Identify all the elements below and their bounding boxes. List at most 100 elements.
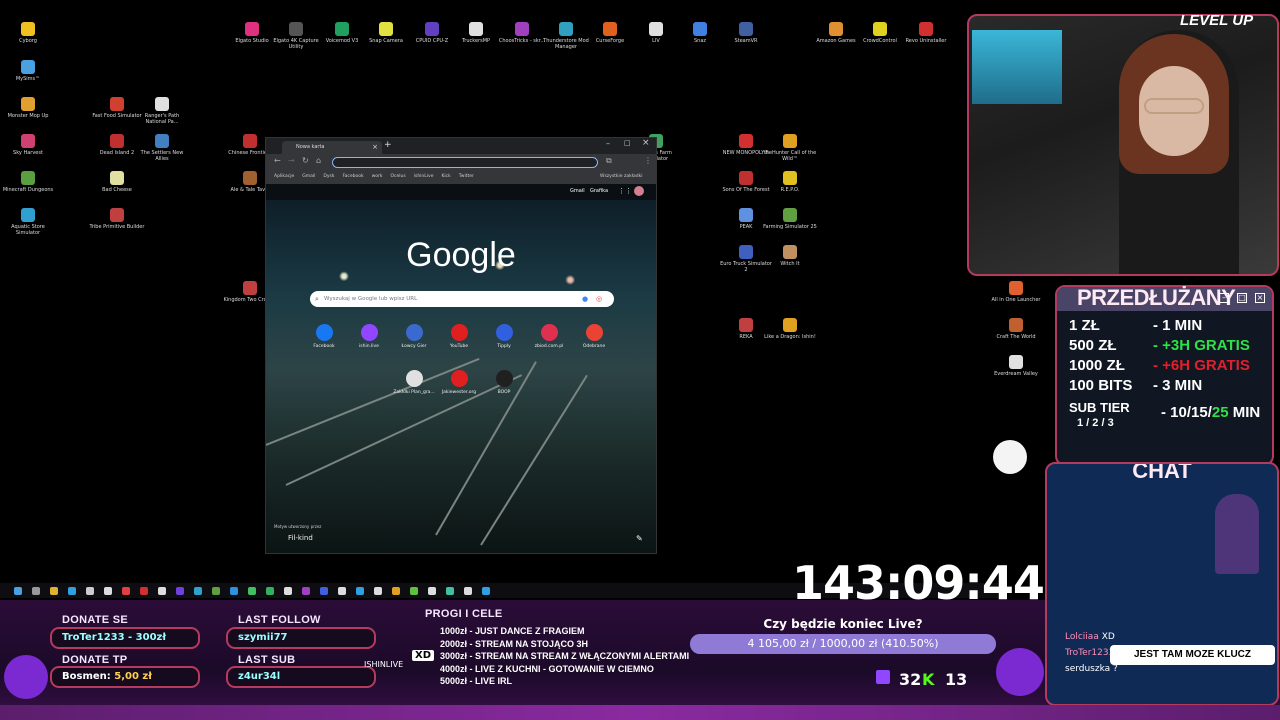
- menu-icon[interactable]: ⋮: [644, 156, 652, 165]
- bookmark-item[interactable]: Ocelus: [391, 170, 406, 184]
- desktop-icon[interactable]: Tribe Primitive Builder: [89, 208, 145, 230]
- desktop-icon[interactable]: Everdream Valley: [988, 355, 1044, 377]
- taskbar-app-icon[interactable]: [212, 587, 220, 595]
- taskbar-app-icon[interactable]: [284, 587, 292, 595]
- taskbar-app-icon[interactable]: [14, 587, 22, 595]
- app-icon: [21, 208, 35, 222]
- bookmark-item[interactable]: work: [372, 170, 383, 184]
- desktop-icon[interactable]: Like a Dragon: Ishin!: [762, 318, 818, 340]
- desktop-icon[interactable]: Farming Simulator 25: [762, 208, 818, 230]
- reload-icon[interactable]: ↻: [302, 156, 309, 165]
- desktop-icon[interactable]: Bad Cheese: [89, 171, 145, 193]
- top-link-images[interactable]: Grafika: [590, 188, 608, 194]
- voice-search-icon[interactable]: ●: [582, 291, 588, 307]
- bookmark-item[interactable]: Dysk: [323, 170, 334, 184]
- desktop-icon[interactable]: Craft The World: [988, 318, 1044, 340]
- apps-grid-icon[interactable]: ⋮⋮: [618, 187, 632, 195]
- shortcut-tile[interactable]: ishin.live: [347, 324, 391, 349]
- shortcut-tile[interactable]: Łowcy Gier: [392, 324, 436, 349]
- home-icon[interactable]: ⌂: [316, 156, 321, 165]
- extensions-icon[interactable]: ⧉: [606, 156, 612, 166]
- ishinlive-tag: ISHINLIVE: [364, 660, 404, 669]
- taskbar-app-icon[interactable]: [392, 587, 400, 595]
- bookmark-item[interactable]: Aplikacje: [274, 170, 294, 184]
- theme-credit[interactable]: Fil-kind: [288, 534, 313, 542]
- desktop-icon-label: LIV: [652, 38, 660, 44]
- desktop-icon[interactable]: SteamVR: [718, 22, 774, 44]
- shortcut-tile[interactable]: Jakiewester.org: [437, 370, 481, 395]
- top-link-gmail[interactable]: Gmail: [570, 188, 585, 194]
- browser-window[interactable]: Nowa karta × + – □ × ← → ↻ ⌂ ⧉ ⋮ Aplikac…: [265, 137, 657, 554]
- maximize-icon[interactable]: □: [624, 139, 631, 147]
- desktop-icon[interactable]: The Settlers New Allies: [134, 134, 190, 162]
- desktop-icon[interactable]: Sky Harvest: [0, 134, 56, 156]
- shortcut-tile[interactable]: Tipply: [482, 324, 526, 349]
- subathon-amount: 500 ZŁ: [1069, 337, 1117, 354]
- bookmark-item[interactable]: Gmail: [302, 170, 315, 184]
- taskbar-app-icon[interactable]: [338, 587, 346, 595]
- taskbar-app-icon[interactable]: [410, 587, 418, 595]
- lens-icon[interactable]: ◎: [596, 291, 602, 307]
- desktop-icon[interactable]: theHunter Call of the Wild™: [762, 134, 818, 162]
- tab-new-tab[interactable]: Nowa karta ×: [282, 141, 382, 154]
- taskbar-app-icon[interactable]: [302, 587, 310, 595]
- taskbar-app-icon[interactable]: [428, 587, 436, 595]
- taskbar-app-icon[interactable]: [374, 587, 382, 595]
- taskbar-app-icon[interactable]: [122, 587, 130, 595]
- shortcut-tile[interactable]: Zakłdki Plan_gra...: [392, 370, 436, 395]
- pixel-floor: [0, 705, 1280, 720]
- customize-icon[interactable]: ✎: [636, 534, 643, 543]
- shortcut-tile[interactable]: BOOP: [482, 370, 526, 395]
- taskbar-app-icon[interactable]: [194, 587, 202, 595]
- taskbar-app-icon[interactable]: [464, 587, 472, 595]
- minimize-icon[interactable]: –: [606, 139, 610, 148]
- new-tab-plus-icon[interactable]: +: [384, 140, 392, 150]
- bookmark-item[interactable]: Kick: [441, 170, 450, 184]
- desktop-icon[interactable]: Minecraft Dungeons: [0, 171, 56, 193]
- taskbar-app-icon[interactable]: [266, 587, 274, 595]
- bookmark-item[interactable]: Facebook: [342, 170, 363, 184]
- close-window-icon[interactable]: ×: [642, 138, 650, 148]
- taskbar-app-icon[interactable]: [158, 587, 166, 595]
- taskbar-app-icon[interactable]: [320, 587, 328, 595]
- shortcut-tile[interactable]: Odebrane: [572, 324, 616, 349]
- taskbar-app-icon[interactable]: [446, 587, 454, 595]
- all-bookmarks[interactable]: Wszystkie zakładki: [600, 170, 642, 184]
- shortcut-tile[interactable]: Facebook: [302, 324, 346, 349]
- taskbar-app-icon[interactable]: [104, 587, 112, 595]
- desktop-icon[interactable]: Witch It: [762, 245, 818, 267]
- bookmark-item[interactable]: ishinLive: [414, 170, 434, 184]
- desktop-icon[interactable]: Cyborg: [0, 22, 56, 44]
- taskbar-app-icon[interactable]: [50, 587, 58, 595]
- bookmark-item[interactable]: Twitter: [459, 170, 474, 184]
- shortcut-label: Jakiewester.org: [441, 390, 477, 395]
- desktop-icon[interactable]: R.E.P.O.: [762, 171, 818, 193]
- desktop-icon[interactable]: Ranger's Path National Pa...: [134, 97, 190, 125]
- back-icon[interactable]: ←: [274, 156, 281, 165]
- shortcut-tile[interactable]: YouTube: [437, 324, 481, 349]
- taskbar-app-icon[interactable]: [86, 587, 94, 595]
- desktop-icon-label: R.E.P.O.: [780, 187, 800, 193]
- taskbar-app-icon[interactable]: [176, 587, 184, 595]
- taskbar-app-icon[interactable]: [248, 587, 256, 595]
- twitch-viewer-count: 32: [899, 670, 922, 689]
- taskbar-app-icon[interactable]: [68, 587, 76, 595]
- desktop-icon[interactable]: MySims™: [0, 60, 56, 82]
- forward-icon[interactable]: →: [288, 156, 295, 165]
- avatar[interactable]: [634, 186, 644, 196]
- taskbar-app-icon[interactable]: [356, 587, 364, 595]
- taskbar-app-icon[interactable]: [32, 587, 40, 595]
- app-icon: [155, 97, 169, 111]
- shortcut-tile[interactable]: zbiod.com.pl: [527, 324, 571, 349]
- desktop-icon[interactable]: Monster Mop Up: [0, 97, 56, 119]
- taskbar-app-icon[interactable]: [482, 587, 490, 595]
- search-box[interactable]: ⌕ Wyszukaj w Google lub wpisz URL ● ◎: [310, 291, 614, 307]
- omnibox[interactable]: [332, 157, 598, 168]
- taskbar-app-icon[interactable]: [230, 587, 238, 595]
- desktop-icon[interactable]: Revo Uninstaller: [898, 22, 954, 44]
- tab-close-icon[interactable]: ×: [372, 141, 378, 154]
- last-sub-title: LAST SUB: [238, 654, 296, 666]
- desktop-icon[interactable]: All in One Launcher: [988, 281, 1044, 303]
- desktop-icon[interactable]: Aquatic Store Simulator: [0, 208, 56, 236]
- taskbar-app-icon[interactable]: [140, 587, 148, 595]
